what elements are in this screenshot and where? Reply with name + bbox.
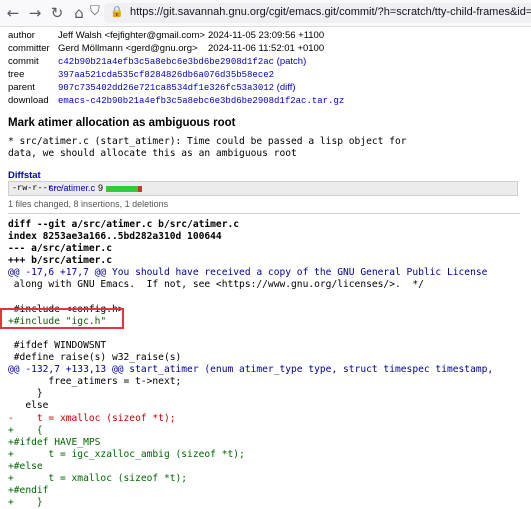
- diff-line-bold: index 8253ae3a166..5bd282a310d 100644: [8, 231, 222, 243]
- meta-key: parent: [8, 82, 35, 93]
- browser-toolbar: ← → ↻ ⌂ ⛉ 🔒 https://git.savannah.gnu.org…: [0, 0, 531, 27]
- meta-row-parent: parent 907c735402dd26e721ca8534df1e326fc5…: [8, 82, 344, 95]
- tracking-shield-icon[interactable]: ⛉: [90, 4, 100, 19]
- meta-value: emacs-c42b90b21a4efb3c5a8ebc6e3bd6be2908…: [58, 95, 344, 108]
- meta-value: Gerd Möllmann <gerd@gnu.org>: [58, 43, 198, 54]
- commit-title: Mark atimer allocation as ambiguous root: [8, 117, 236, 129]
- meta-value: Jeff Walsh <fejfighter@gmail.com>: [58, 30, 205, 41]
- diff-line-add: +#ifdef HAVE_MPS: [8, 436, 101, 448]
- diff-body: diff --git a/src/atimer.c b/src/atimer.c…: [8, 219, 493, 509]
- meta-row-author: author Jeff Walsh <fejfighter@gmail.com> 2…: [8, 30, 344, 43]
- url-text[interactable]: https://git.savannah.gnu.org/cgit/emacs.…: [130, 6, 531, 18]
- diffstat-row: -rw-r--r-- src/atimer.c 9: [8, 181, 518, 196]
- forward-arrow-icon[interactable]: →: [26, 4, 44, 22]
- diff-line-ctx: [8, 292, 493, 304]
- meta-key: commit: [8, 56, 39, 67]
- parent-extra-link[interactable]: (diff): [274, 82, 296, 93]
- message-line: * src/atimer.c (start_atimer): Time coul…: [8, 136, 407, 147]
- tree-link[interactable]: 397aa521cda535cf8284826db6a076d35b58ece2: [58, 70, 274, 80]
- diff-line-hunk: @@ -132,7 +133,13 @@ start_atimer (enum …: [8, 364, 494, 376]
- download-link[interactable]: emacs-c42b90b21a4efb3c5a8ebc6e3bd6be2908…: [58, 96, 344, 106]
- home-icon[interactable]: ⌂: [70, 4, 88, 22]
- diff-line-bold: +++ b/src/atimer.c: [8, 255, 112, 267]
- diffstat-insertions-bar: [106, 186, 138, 192]
- meta-key: committer: [8, 43, 50, 54]
- meta-row-download: download emacs-c42b90b21a4efb3c5a8ebc6e3b…: [8, 95, 344, 108]
- diff-line-ctx: }: [8, 388, 43, 400]
- diffstat-heading[interactable]: Diffstat: [8, 170, 41, 181]
- diff-line-bold: --- a/src/atimer.c: [8, 243, 112, 255]
- diffstat-summary: 1 files changed, 8 insertions, 1 deletio…: [8, 199, 169, 209]
- diff-line-bold: diff --git a/src/atimer.c b/src/atimer.c: [8, 219, 240, 230]
- commit-info-table: author Jeff Walsh <fejfighter@gmail.com> 2…: [8, 30, 344, 108]
- meta-date: 2024-11-06 11:52:01 +0100: [208, 43, 325, 54]
- meta-key: tree: [8, 69, 25, 80]
- reload-icon[interactable]: ↻: [48, 4, 66, 22]
- meta-row-commit: commit c42b90b21a4efb3c5a8ebc6e3bd6be2908…: [8, 56, 344, 69]
- diff-line-add: + t = igc_xzalloc_ambig (sizeof *t);: [8, 448, 245, 460]
- diff-line-add: + t = xmalloc (sizeof *t);: [8, 472, 188, 484]
- divider: [8, 213, 520, 214]
- meta-key: download: [8, 95, 49, 106]
- diff-line-ctx: along with GNU Emacs. If not, see <https…: [8, 279, 424, 291]
- commit-link[interactable]: c42b90b21a4efb3c5a8ebc6e3bd6be2908d1f2ac: [58, 57, 274, 67]
- diff-line-ctx: else: [8, 400, 49, 412]
- diff-line-ctx: free_atimers = t->next;: [8, 376, 182, 388]
- diff-line-ctx: #ifdef WINDOWSNT: [8, 339, 107, 351]
- back-arrow-icon[interactable]: ←: [4, 4, 22, 22]
- diffstat-count: 9: [98, 183, 104, 193]
- meta-key: author: [8, 30, 35, 41]
- meta-row-committer: committer Gerd Möllmann <gerd@gnu.org> 202…: [8, 43, 344, 56]
- message-line: data, we should allocate this as an ambi…: [8, 148, 297, 159]
- meta-row-tree: tree 397aa521cda535cf8284826db6a076d35b58…: [8, 69, 344, 82]
- diff-line-add: +#else: [8, 460, 43, 472]
- diff-line-del: - t = xmalloc (sizeof *t);: [8, 412, 176, 424]
- lock-icon[interactable]: 🔒: [110, 5, 124, 18]
- url-bar[interactable]: ⛉ 🔒 https://git.savannah.gnu.org/cgit/em…: [90, 3, 531, 23]
- diff-line-hunk: @@ -17,6 +17,7 @@ You should have receiv…: [8, 267, 488, 279]
- highlight-box: [0, 308, 124, 329]
- meta-value: 397aa521cda535cf8284826db6a076d35b58ece2: [58, 69, 344, 82]
- diff-line-add: + {: [8, 424, 43, 436]
- commit-metadata: author Jeff Walsh <fejfighter@gmail.com> 2…: [8, 30, 528, 108]
- meta-date: 2024-11-05 23:09:56 +1100: [208, 30, 325, 41]
- diff-line-ctx: #define raise(s) w32_raise(s): [8, 352, 182, 364]
- diffstat-file-link[interactable]: src/atimer.c: [49, 182, 95, 195]
- diff-line-add: +#endif: [8, 485, 49, 497]
- meta-value: 907c735402dd26e721ca8534df1e326fc53a3012…: [58, 82, 344, 95]
- meta-value: c42b90b21a4efb3c5a8ebc6e3bd6be2908d1f2ac…: [58, 56, 344, 69]
- commit-extra-link[interactable]: (patch): [274, 56, 307, 67]
- diff-line-ctx: [8, 328, 493, 340]
- commit-message: * src/atimer.c (start_atimer): Time coul…: [8, 136, 407, 160]
- diffstat-deletions-bar: [138, 186, 142, 192]
- parent-link[interactable]: 907c735402dd26e721ca8534df1e326fc53a3012: [58, 83, 274, 93]
